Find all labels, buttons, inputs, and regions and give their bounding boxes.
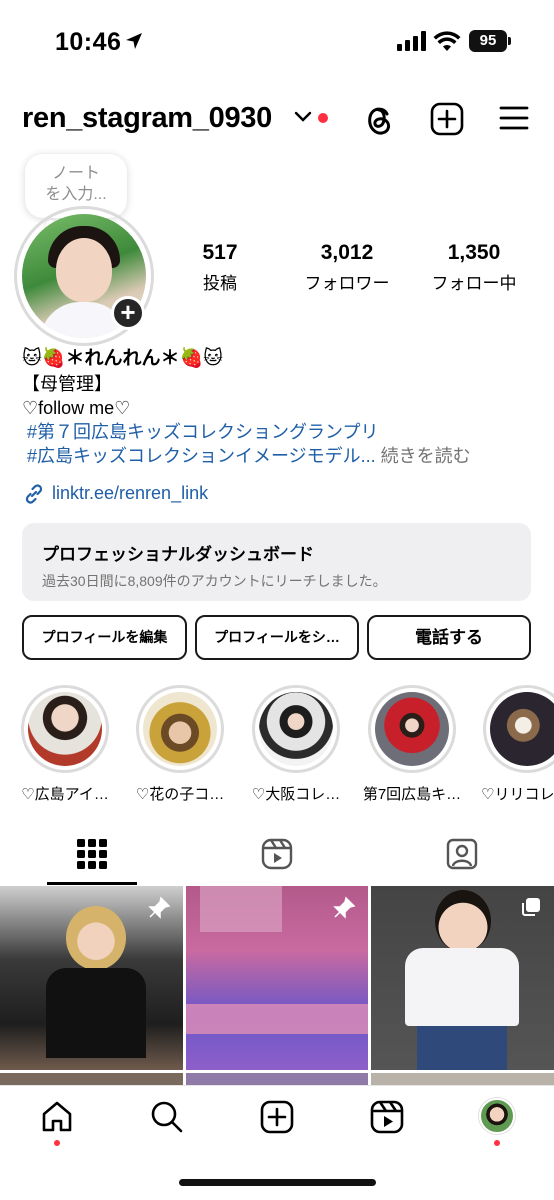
- note-line2: を入力...: [45, 186, 107, 203]
- pin-icon: [333, 896, 356, 919]
- notification-dot: [318, 113, 328, 123]
- search-icon[interactable]: [150, 1100, 184, 1134]
- link-icon: [25, 484, 43, 504]
- hamburger-menu-icon[interactable]: [498, 102, 530, 134]
- stat-posts-value: 517: [202, 241, 238, 264]
- carousel-icon: [522, 898, 540, 916]
- bio-link[interactable]: linktr.ee/renren_link: [22, 482, 208, 506]
- post-thumbnail[interactable]: [371, 1073, 554, 1085]
- story-highlight[interactable]: ♡リリコレクション: [481, 685, 554, 804]
- bio-line2: ♡follow me♡: [22, 398, 131, 418]
- stat-following-value: 1,350: [447, 241, 501, 264]
- add-story-icon[interactable]: +: [111, 296, 145, 330]
- story-highlight[interactable]: ♡広島アイ…: [19, 685, 111, 804]
- pin-icon: [148, 896, 171, 919]
- reels-icon[interactable]: [261, 838, 293, 870]
- dashboard-title: プロフェッショナルダッシュボード: [42, 545, 314, 564]
- battery-indicator: 95: [469, 30, 511, 52]
- threads-icon[interactable]: [362, 102, 396, 138]
- stat-posts-label: 投稿: [203, 274, 237, 293]
- post-thumbnail[interactable]: [186, 1073, 368, 1085]
- stat-following[interactable]: 1,350 フォロー中: [424, 241, 524, 294]
- status-bar: 10:46 95: [0, 0, 554, 84]
- wifi-icon: [433, 31, 461, 51]
- story-highlight[interactable]: ♡花の子コ…: [134, 685, 226, 804]
- post-thumbnail[interactable]: [0, 1073, 183, 1085]
- profile-avatar-tab[interactable]: [479, 1098, 515, 1134]
- bio-link-text: linktr.ee/renren_link: [52, 482, 209, 503]
- note-line1: ノート: [51, 165, 100, 182]
- profile-display-name: 🐱🍓＊れんれん＊🍓🐱: [22, 348, 223, 369]
- highlight-label: ♡広島アイ…: [21, 786, 109, 803]
- create-icon[interactable]: [260, 1100, 294, 1134]
- chevron-down-icon[interactable]: [294, 110, 312, 124]
- post-thumbnail[interactable]: [0, 886, 183, 1070]
- post-thumbnail[interactable]: [371, 886, 554, 1070]
- bio-hashtag1[interactable]: #第７回広島キッズコレクショングランプリ: [22, 420, 542, 444]
- bio-line1: 【母管理】: [22, 374, 112, 394]
- tagged-icon[interactable]: [446, 838, 478, 870]
- profile-notification-dot: [494, 1140, 500, 1146]
- reels-icon[interactable]: [370, 1100, 404, 1134]
- home-indicator: [179, 1179, 376, 1186]
- grid-icon[interactable]: [76, 838, 108, 870]
- status-time: 10:46: [55, 28, 122, 56]
- profile-tabs: [0, 832, 554, 886]
- bio-hashtag2[interactable]: #広島キッズコレクションイメージモデル...: [27, 446, 376, 466]
- home-notification-dot: [54, 1140, 60, 1146]
- active-tab-indicator: [47, 882, 137, 885]
- edit-profile-button[interactable]: プロフィールを編集: [22, 615, 187, 660]
- read-more-link[interactable]: 続きを読む: [381, 446, 471, 466]
- highlight-label: ♡花の子コ…: [135, 786, 225, 803]
- dashboard-subtitle: 過去30日間に8,809件のアカウントにリーチしました。: [42, 573, 387, 589]
- stat-followers-value: 3,012: [320, 241, 374, 264]
- highlight-label: ♡大阪コレ…: [251, 786, 341, 803]
- profile-header: ren_stagram_0930: [0, 96, 554, 144]
- highlight-label: ♡リリコレクション: [481, 786, 554, 803]
- stat-posts[interactable]: 517 投稿: [190, 241, 250, 294]
- stat-followers[interactable]: 3,012 フォロワー: [296, 241, 398, 294]
- story-highlight[interactable]: ♡大阪コレ…: [250, 685, 342, 804]
- post-thumbnail[interactable]: [186, 886, 368, 1070]
- highlight-label: 第7回広島キ…: [362, 786, 462, 803]
- bio-text: 【母管理】 ♡follow me♡ #第７回広島キッズコレクショングランプリ #…: [22, 372, 542, 468]
- call-button[interactable]: 電話する: [367, 615, 531, 660]
- username-switcher[interactable]: ren_stagram_0930: [22, 102, 272, 135]
- stat-following-label: フォロー中: [431, 274, 517, 293]
- cellular-signal-icon: [397, 31, 426, 51]
- share-profile-button[interactable]: プロフィールをシ…: [195, 615, 359, 660]
- professional-dashboard[interactable]: プロフェッショナルダッシュボード 過去30日間に8,809件のアカウントにリーチ…: [22, 523, 531, 601]
- story-highlight[interactable]: 第7回広島キ…: [363, 685, 461, 804]
- stat-followers-label: フォロワー: [304, 274, 390, 293]
- home-icon[interactable]: [40, 1100, 74, 1134]
- location-arrow-icon: [126, 33, 142, 49]
- plus-square-icon[interactable]: [430, 102, 464, 136]
